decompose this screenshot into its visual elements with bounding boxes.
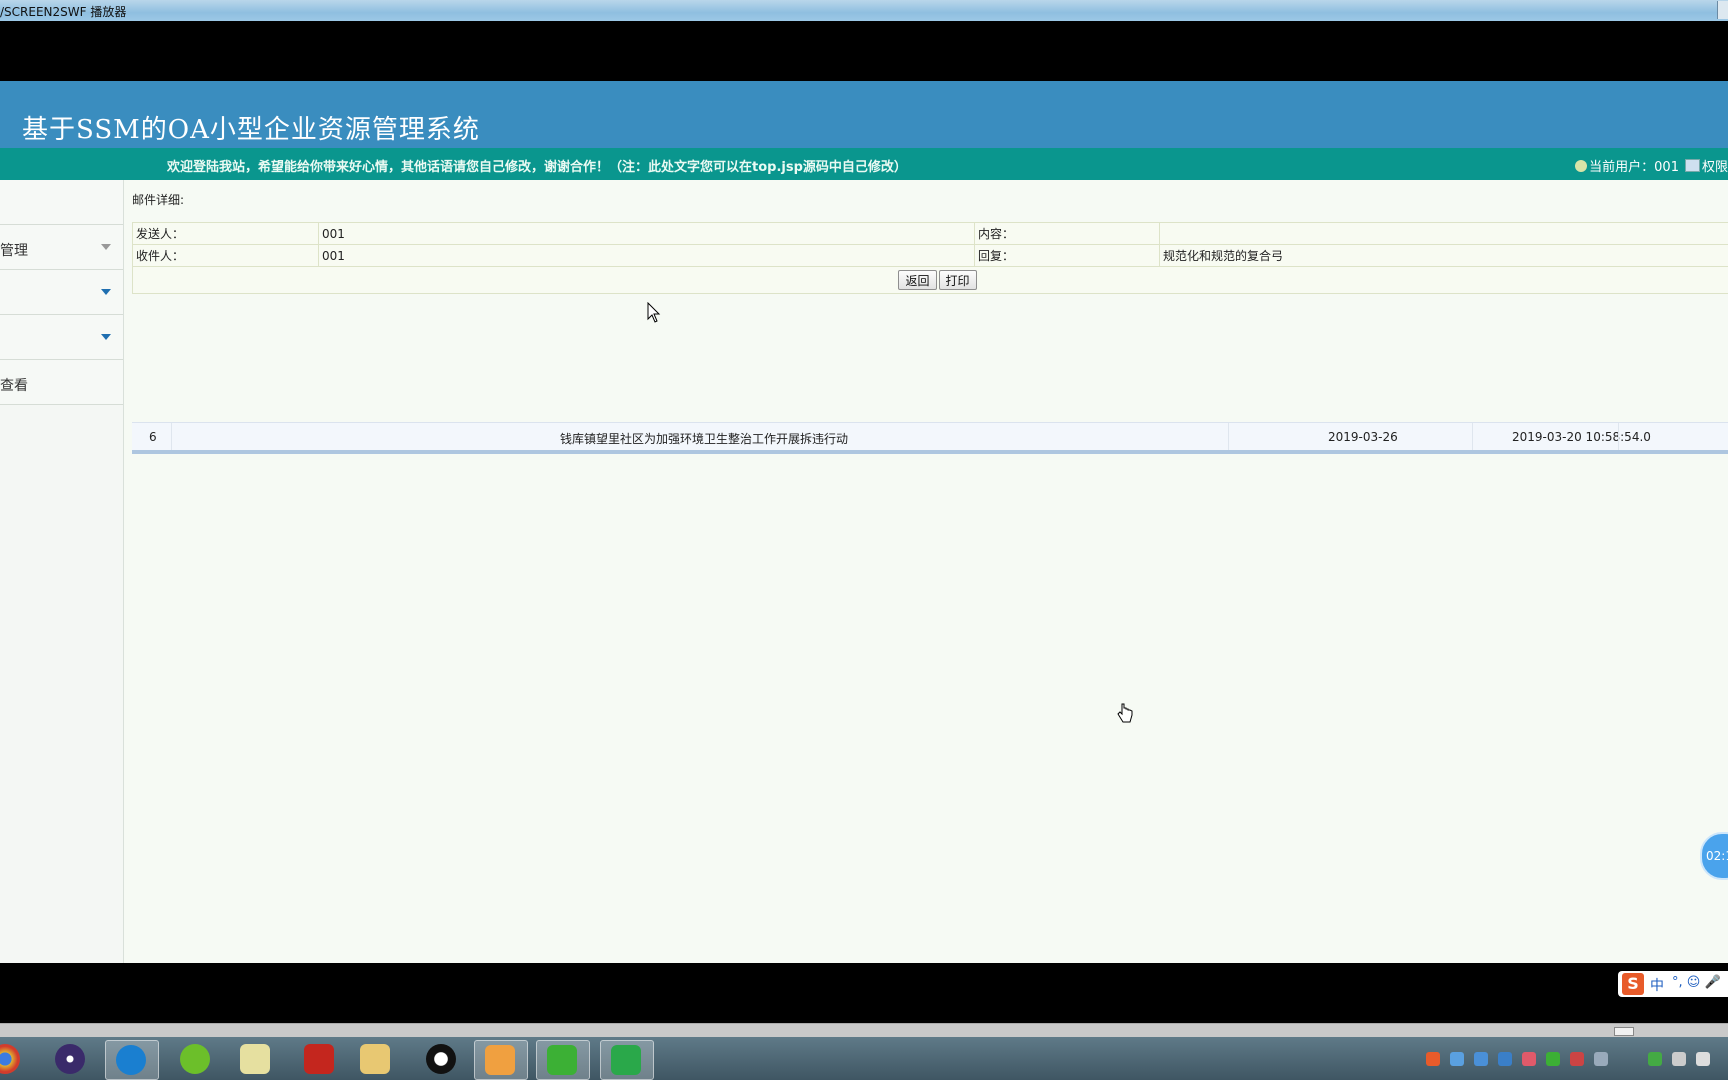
hand-cursor-icon — [1117, 703, 1133, 723]
taskbar-flash[interactable] — [294, 1040, 346, 1078]
taskbar-qq[interactable] — [416, 1040, 468, 1078]
eclipse-icon — [55, 1044, 85, 1074]
window-titlebar: /SCREEN2SWF 播放器 — [0, 0, 1728, 21]
wechat-tray-icon[interactable] — [1546, 1052, 1560, 1066]
speaker-icon[interactable] — [1672, 1052, 1686, 1066]
usb-icon[interactable] — [1594, 1052, 1608, 1066]
sidebar-item-2[interactable] — [0, 270, 123, 315]
ime-mode[interactable]: 中 — [1650, 975, 1664, 995]
system-tray — [1390, 1037, 1728, 1080]
main-content: 邮件详细: 发送人： 001 内容： 收件人： 001 回复： 规范化和规范的复… — [124, 180, 1728, 963]
volume-mute-icon[interactable] — [1570, 1052, 1584, 1066]
list-item: 6 钱库镇望里社区为加强环境卫生整治工作开展拆违行动 2019-03-26 20… — [132, 422, 1728, 454]
nvidia-icon[interactable] — [1648, 1052, 1662, 1066]
sidebar-item-management[interactable]: 管理 — [0, 225, 123, 270]
news-id: 6 — [149, 430, 157, 444]
taskbar-chrome[interactable] — [0, 1040, 32, 1078]
wechat-icon — [547, 1045, 577, 1075]
taskbar-explorer[interactable] — [350, 1040, 402, 1078]
content-label: 内容： — [974, 222, 1160, 245]
sidebar: 管理 查看 — [0, 180, 124, 963]
folder-icon — [360, 1044, 390, 1074]
sidebar-item-view[interactable]: 查看 — [0, 360, 123, 405]
sidebar-item-0[interactable] — [0, 180, 123, 225]
qq-icon — [426, 1044, 456, 1074]
divider — [1472, 423, 1473, 450]
permission-link[interactable]: 权限 — [1702, 160, 1728, 175]
taskbar-audio[interactable] — [474, 1040, 528, 1080]
network-tray-icon[interactable] — [1450, 1052, 1464, 1066]
notepad-icon — [240, 1044, 270, 1074]
leaf-icon — [180, 1044, 210, 1074]
taskbar-eclipse[interactable] — [45, 1040, 97, 1078]
speaker-icon — [485, 1045, 515, 1075]
ime-toolbar[interactable]: S 中 °, ☺ 🎤 — [1618, 971, 1728, 997]
browser-icon — [116, 1045, 146, 1075]
window-control-button[interactable] — [1717, 1, 1728, 19]
taskbar-notepad[interactable] — [230, 1040, 282, 1078]
news-title: 钱库镇望里社区为加强环境卫生整治工作开展拆违行动 — [560, 432, 849, 446]
screen2swf-icon — [611, 1045, 641, 1075]
taskbar — [0, 1037, 1728, 1080]
chrome-icon — [0, 1044, 20, 1074]
back-button[interactable]: 返回 — [898, 270, 937, 290]
reply-value: 规范化和规范的复合弓 — [1159, 244, 1728, 267]
player-scrollbar[interactable] — [0, 1023, 1728, 1038]
actions-cell: 返回 打印 — [132, 266, 1728, 294]
security-icon[interactable] — [1498, 1052, 1512, 1066]
chevron-down-icon — [101, 289, 111, 295]
sidebar-item-label: 查看 — [0, 378, 28, 394]
news-created-time: 2019-03-20 10:58:54.0 — [1512, 430, 1651, 444]
sidebar-item-3[interactable] — [0, 315, 123, 360]
flash-icon — [304, 1044, 334, 1074]
sender-label: 发送人： — [132, 222, 319, 245]
recorder-timer-text: 02:1 — [1706, 849, 1728, 863]
welcome-bar: 欢迎登陆我站，希望能给你带来好心情，其他话语请您自己修改，谢谢合作！（注：此处文… — [0, 148, 1728, 180]
receiver-value: 001 — [318, 244, 975, 267]
divider — [1228, 423, 1229, 450]
table-row: 收件人： 001 回复： 规范化和规范的复合弓 — [132, 244, 1728, 267]
sidebar-item-label: 管理 — [0, 243, 28, 259]
app-title: 基于SSM的OA小型企业资源管理系统 — [22, 115, 480, 145]
mail-detail-caption: 邮件详细: — [132, 193, 185, 207]
flower-icon[interactable] — [1522, 1052, 1536, 1066]
sender-value: 001 — [318, 222, 975, 245]
actions-row: 返回 打印 — [132, 266, 1728, 294]
taskbar-browser[interactable] — [105, 1040, 159, 1080]
table-row: 发送人： 001 内容： — [132, 222, 1728, 245]
monitor-icon — [1684, 159, 1700, 172]
user-info: 当前用户：001 权限 — [1575, 156, 1728, 175]
window-title: /SCREEN2SWF 播放器 — [0, 5, 127, 19]
app-header: 基于SSM的OA小型企业资源管理系统 — [0, 81, 1728, 148]
divider — [171, 423, 172, 450]
welcome-message: 欢迎登陆我站，希望能给你带来好心情，其他话语请您自己修改，谢谢合作！（注：此处文… — [167, 160, 907, 175]
divider — [1618, 423, 1619, 450]
cursor-arrow-icon — [647, 302, 661, 323]
user-icon — [1575, 160, 1588, 172]
ime-logo: S — [1622, 973, 1644, 995]
letterbox-top — [0, 21, 1728, 81]
chevron-down-icon — [101, 334, 111, 340]
mail-detail-table: 发送人： 001 内容： 收件人： 001 回复： 规范化和规范的复合弓 返回打… — [132, 222, 1728, 294]
print-button[interactable]: 打印 — [938, 270, 977, 290]
news-date: 2019-03-26 — [1328, 430, 1398, 444]
taskbar-app[interactable] — [170, 1040, 222, 1078]
letterbox-bottom: S 中 °, ☺ 🎤 — [0, 963, 1728, 1023]
current-user: 当前用户：001 — [1589, 160, 1679, 175]
taskbar-wechat[interactable] — [536, 1040, 590, 1080]
scrollbar-thumb[interactable] — [1614, 1027, 1634, 1036]
shield-icon[interactable] — [1474, 1052, 1488, 1066]
content-value — [1159, 222, 1728, 245]
taskbar-screen2swf[interactable] — [600, 1040, 654, 1080]
action-center-icon[interactable] — [1696, 1052, 1710, 1066]
chevron-down-icon — [101, 244, 111, 250]
sogou-tray-icon[interactable] — [1426, 1052, 1440, 1066]
reply-label: 回复： — [974, 244, 1160, 267]
ime-extra-icons[interactable]: °, ☺ 🎤 — [1672, 975, 1721, 990]
receiver-label: 收件人： — [132, 244, 319, 267]
